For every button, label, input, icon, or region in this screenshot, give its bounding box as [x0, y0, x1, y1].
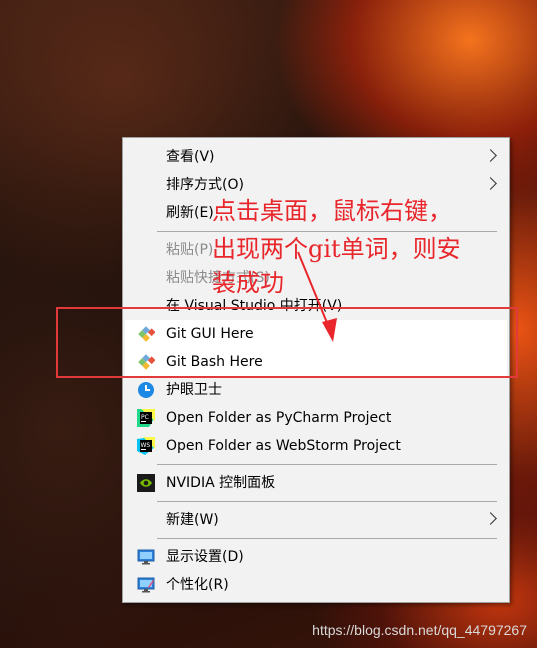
annotation-line-2: 出现两个git单词，则安: [212, 235, 461, 263]
annotation-line-3: 装成功: [212, 269, 284, 297]
annotation-arrow: [297, 251, 337, 342]
watermark: https://blog.csdn.net/qq_44797267: [312, 622, 527, 638]
annotation-line-1: 点击桌面，鼠标右键，: [212, 197, 452, 225]
